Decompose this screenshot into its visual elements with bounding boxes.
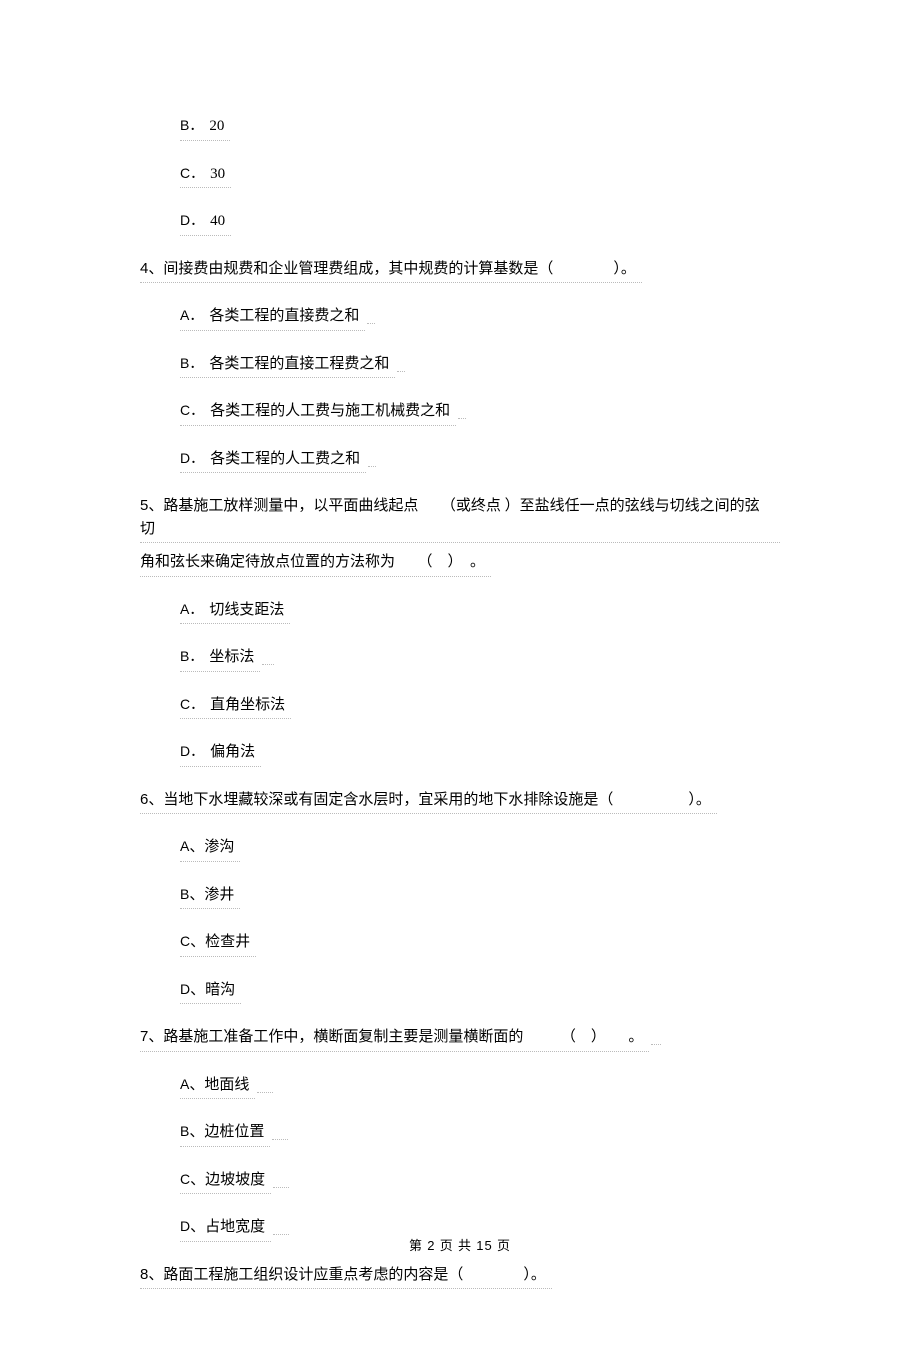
option-letter: C — [180, 933, 190, 949]
option-letter: C． — [180, 696, 204, 712]
q3-option-d: D． 40 — [180, 210, 231, 236]
option-letter: D — [180, 981, 190, 997]
q5-option-c: C． 直角坐标法 — [180, 694, 291, 720]
q7-option-b: B、边桩位置 — [180, 1121, 270, 1147]
q5-option-d: D． 偏角法 — [180, 741, 261, 767]
option-text: 40 — [210, 213, 225, 229]
option-letter: B． — [180, 117, 203, 133]
q7-option-a: A、地面线 — [180, 1074, 255, 1100]
option-letter: A — [180, 838, 189, 854]
option-letter: B — [180, 1123, 189, 1139]
question-8: 8、路面工程施工组织设计应重点考虑的内容是（ ）。 — [140, 1264, 780, 1290]
question-7: 7、路基施工准备工作中，横断面复制主要是测量横断面的 （ ） 。 — [140, 1026, 780, 1052]
option-letter: B． — [180, 648, 203, 664]
option-letter: D — [180, 1218, 190, 1234]
option-letter: C — [180, 1171, 190, 1187]
question-6: 6、当地下水埋藏较深或有固定含水层时，宜采用的地下水排除设施是（ ）。 — [140, 789, 780, 815]
option-letter: B． — [180, 355, 203, 371]
q4-option-c: C． 各类工程的人工费与施工机械费之和 — [180, 400, 456, 426]
option-letter: D． — [180, 450, 204, 466]
q5-option-a: A． 切线支距法 — [180, 599, 290, 625]
option-letter: D． — [180, 743, 204, 759]
option-letter: C． — [180, 402, 204, 418]
q6-option-d: D、暗沟 — [180, 979, 241, 1005]
question-text-line1: 、路基施工放样测量中，以平面曲线起点 （或终点 ）至盐线任一点的弦线与切线之间的… — [140, 498, 760, 537]
option-text: 、暗沟 — [190, 982, 235, 998]
q4-option-b: B． 各类工程的直接工程费之和 — [180, 353, 395, 379]
footer-page-current: 2 — [427, 1238, 435, 1253]
footer-mid: 页 共 — [436, 1238, 477, 1253]
option-text: 直角坐标法 — [210, 697, 285, 713]
question-text: 、当地下水埋藏较深或有固定含水层时，宜采用的地下水排除设施是（ ）。 — [148, 792, 711, 808]
q4-option-a: A． 各类工程的直接费之和 — [180, 305, 365, 331]
option-text: 、渗井 — [189, 887, 234, 903]
option-text: 20 — [209, 118, 224, 134]
q6-option-c: C、检查井 — [180, 931, 256, 957]
q6-option-b: B、渗井 — [180, 884, 240, 910]
option-letter: A — [180, 1076, 189, 1092]
option-letter: A． — [180, 307, 203, 323]
question-4: 4、间接费由规费和企业管理费组成，其中规费的计算基数是（ ）。 — [140, 258, 780, 284]
q3-option-c: C． 30 — [180, 163, 231, 189]
q3-option-b: B． 20 — [180, 115, 230, 141]
footer-prefix: 第 — [409, 1238, 427, 1253]
option-text: 、边桩位置 — [189, 1124, 264, 1140]
q5-option-b: B． 坐标法 — [180, 646, 260, 672]
footer-suffix: 页 — [493, 1238, 511, 1253]
option-text: 30 — [210, 166, 225, 182]
option-text: 、地面线 — [189, 1077, 249, 1093]
option-text: 、占地宽度 — [190, 1219, 265, 1235]
footer-page-total: 15 — [476, 1238, 492, 1253]
question-5: 5、路基施工放样测量中，以平面曲线起点 （或终点 ）至盐线任一点的弦线与切线之间… — [140, 495, 780, 577]
option-text: 、渗沟 — [189, 839, 234, 855]
option-text: 切线支距法 — [209, 602, 284, 618]
option-text: 、边坡坡度 — [190, 1172, 265, 1188]
page-footer: 第 2 页 共 15 页 — [0, 1236, 920, 1256]
q4-option-d: D． 各类工程的人工费之和 — [180, 448, 366, 474]
option-text: 各类工程的直接工程费之和 — [209, 356, 389, 372]
option-text: 各类工程的直接费之和 — [209, 308, 359, 324]
option-text: 坐标法 — [209, 649, 254, 665]
question-text-line2: 角和弦长来确定待放点位置的方法称为 （ ） 。 — [140, 551, 491, 577]
option-letter: D． — [180, 212, 204, 228]
option-letter: B — [180, 886, 189, 902]
option-letter: A． — [180, 601, 203, 617]
q7-option-c: C、边坡坡度 — [180, 1169, 271, 1195]
question-text: 、路面工程施工组织设计应重点考虑的内容是（ ）。 — [148, 1267, 546, 1283]
option-text: 偏角法 — [210, 744, 255, 760]
option-letter: C． — [180, 165, 204, 181]
option-text: 各类工程的人工费与施工机械费之和 — [210, 403, 450, 419]
option-text: 、检查井 — [190, 934, 250, 950]
q6-option-a: A、渗沟 — [180, 836, 240, 862]
option-text: 各类工程的人工费之和 — [210, 451, 360, 467]
question-text: 、间接费由规费和企业管理费组成，其中规费的计算基数是（ ）。 — [148, 261, 636, 277]
question-text: 、路基施工准备工作中，横断面复制主要是测量横断面的 （ ） 。 — [148, 1029, 643, 1045]
